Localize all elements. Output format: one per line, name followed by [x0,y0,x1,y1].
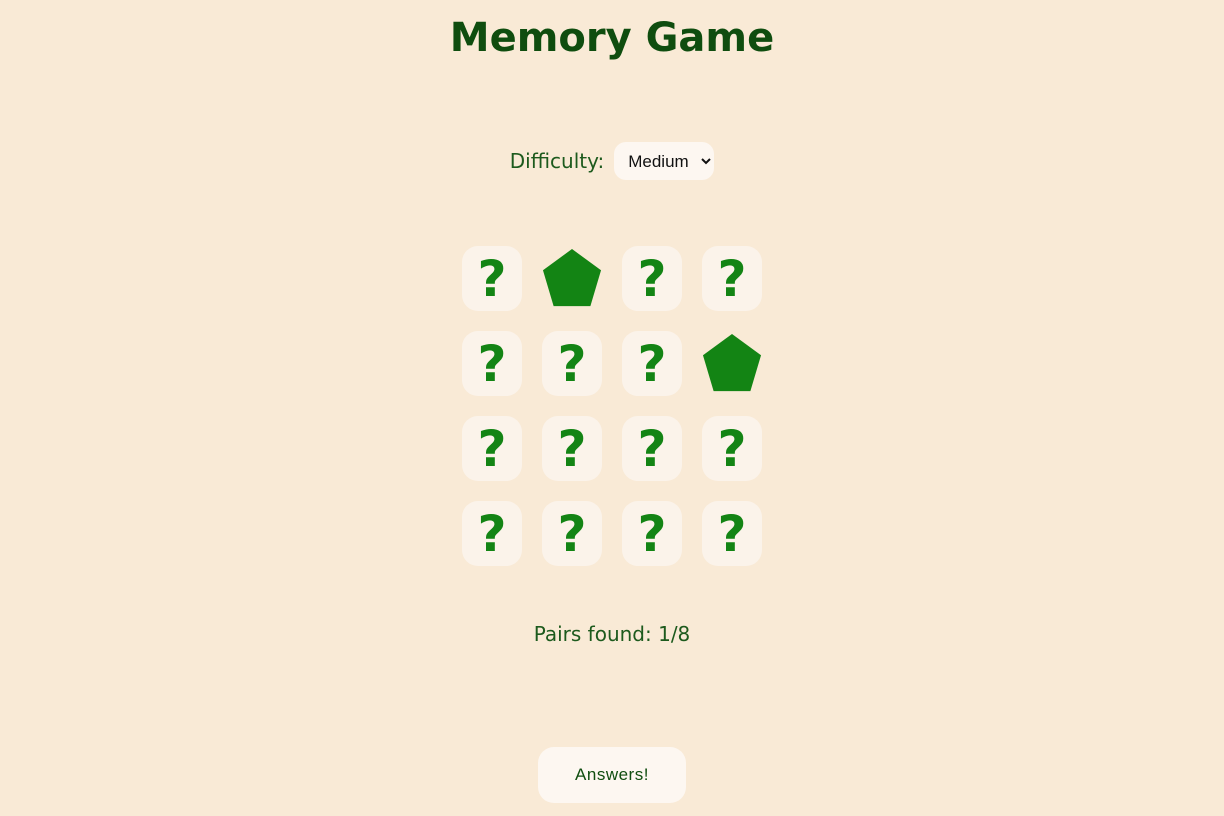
pairs-found-status: Pairs found: 1/8 [533,622,691,646]
answers-button[interactable]: Answers! [538,747,686,803]
question-mark-icon: ? [637,334,667,393]
memory-card[interactable]: ? [542,501,602,566]
memory-card[interactable]: ? [622,246,682,311]
memory-card[interactable]: ? [702,416,762,481]
memory-card[interactable]: ? [622,501,682,566]
question-mark-icon: ? [477,249,507,308]
memory-card[interactable] [542,246,602,311]
memory-card[interactable]: ? [702,246,762,311]
memory-card[interactable]: ? [462,501,522,566]
card-grid: ?????????????? [462,246,762,566]
memory-card[interactable] [702,331,762,396]
memory-card[interactable]: ? [622,416,682,481]
page-title: Memory Game [449,15,775,61]
question-mark-icon: ? [477,419,507,478]
memory-card[interactable]: ? [702,501,762,566]
pentagon-icon [702,333,762,391]
memory-card[interactable]: ? [462,246,522,311]
difficulty-label: Difficulty: [509,149,605,173]
question-mark-icon: ? [477,504,507,563]
memory-card[interactable]: ? [462,416,522,481]
question-mark-icon: ? [637,504,667,563]
memory-card[interactable]: ? [622,331,682,396]
question-mark-icon: ? [717,419,747,478]
question-mark-icon: ? [557,334,587,393]
memory-card[interactable]: ? [542,416,602,481]
question-mark-icon: ? [477,334,507,393]
question-mark-icon: ? [557,419,587,478]
question-mark-icon: ? [637,249,667,308]
memory-card[interactable]: ? [542,331,602,396]
question-mark-icon: ? [557,504,587,563]
question-mark-icon: ? [717,504,747,563]
question-mark-icon: ? [717,249,747,308]
question-mark-icon: ? [637,419,667,478]
difficulty-control: Difficulty: Medium [0,141,1224,181]
pentagon-icon [542,248,602,306]
difficulty-select[interactable]: Medium [614,142,715,180]
memory-card[interactable]: ? [462,331,522,396]
